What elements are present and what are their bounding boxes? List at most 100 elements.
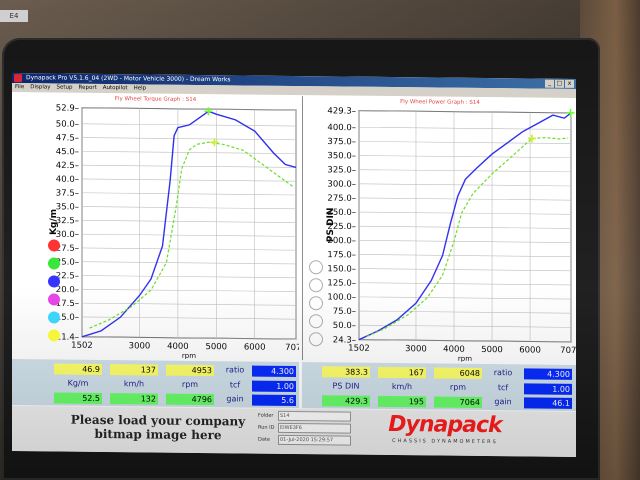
legend-yellow-dot[interactable] xyxy=(48,329,60,342)
power-graph-panel: Fly Wheel Power Graph : S14 429.3– 400.0–… xyxy=(302,96,576,363)
legend-empty-dot[interactable] xyxy=(309,278,323,293)
legend-empty-dot[interactable] xyxy=(309,296,323,311)
readout-ratio: 4.300 xyxy=(524,368,572,380)
label-tcf: tcf xyxy=(229,380,241,390)
x-tick-label: 3000 xyxy=(405,344,427,354)
y-tick-label: 45.0– xyxy=(56,147,79,157)
menu-autopilot[interactable]: Autopilot xyxy=(103,84,128,93)
label-kmh: km/h xyxy=(123,379,145,389)
report-footer: Please load your company bitmap image he… xyxy=(12,406,576,457)
readout-rpm-peak: 4796 xyxy=(166,393,214,406)
x-tick-label: 3000 xyxy=(129,341,151,351)
y-tick-label: 400.0– xyxy=(327,123,356,133)
x-tick-label: 7076 xyxy=(285,343,299,353)
close-button[interactable]: x xyxy=(565,79,574,88)
readout-torque-peak: 52.5 xyxy=(54,392,102,404)
readout-tcf: 1.00 xyxy=(252,380,296,393)
company-bitmap-placeholder[interactable]: Please load your company bitmap image he… xyxy=(48,412,268,443)
legend-empty-dot[interactable] xyxy=(309,260,323,275)
y-axis-title: Kg/m xyxy=(49,209,59,235)
x-tick-label: 6000 xyxy=(519,345,541,355)
legend-empty-dot[interactable] xyxy=(309,314,323,329)
y-tick-label: 30.0– xyxy=(56,230,79,240)
x-axis-title: rpm xyxy=(458,355,472,363)
power-readout-panel: 383.3 167 6048 PS DIN km/h rpm 429.3 195… xyxy=(302,362,576,411)
window-title: Dynapack Pro V5.1.6_04 (2WD - Motor Vehi… xyxy=(26,74,231,84)
maximize-button[interactable]: □ xyxy=(555,79,564,88)
y-tick-label: 100.0– xyxy=(327,293,356,303)
label-gain: gain xyxy=(494,397,512,407)
folder-value: S14 xyxy=(278,410,351,422)
y-tick-label: 429.3– xyxy=(327,106,356,116)
legend-green-dot[interactable] xyxy=(48,257,60,270)
run-id-value: EIWE3F6 xyxy=(278,422,351,434)
y-tick-label: 20.0– xyxy=(56,285,79,295)
x-tick-label: 1502 xyxy=(71,341,93,351)
x-tick-label: 5000 xyxy=(205,342,227,352)
bitmap-line-2: bitmap image here xyxy=(94,426,222,443)
x-tick-label: 1502 xyxy=(348,344,370,354)
menu-file[interactable]: File xyxy=(15,83,24,92)
y-tick-label: 32.5– xyxy=(56,216,79,226)
logo-subtitle: CHASSIS DYNAMOMETERS xyxy=(392,438,498,446)
label-kmh: km/h xyxy=(391,382,413,392)
legend-red-dot[interactable] xyxy=(48,239,60,252)
readout-speed-peak: 195 xyxy=(378,395,426,408)
y-tick-label: 52.9– xyxy=(56,104,79,114)
readout-rpm-cursor: 4953 xyxy=(166,364,214,377)
y-tick-label: 125.0– xyxy=(327,278,356,288)
logo-text: Dynapack xyxy=(388,411,502,439)
x-tick-label: 4000 xyxy=(167,342,189,352)
readout-gain: 5.6 xyxy=(252,394,296,407)
menu-help[interactable]: Help xyxy=(134,84,147,93)
readout-speed-peak: 132 xyxy=(110,393,158,405)
label-tcf: tcf xyxy=(497,383,509,393)
readout-speed-cursor: 137 xyxy=(110,364,158,376)
legend-magenta-dot[interactable] xyxy=(48,293,60,306)
power-chart: 429.3– 400.0– 375.0– 350.0– 325.0– 300.0– 275.… xyxy=(326,106,576,363)
label-kgm: Kg/m xyxy=(67,378,89,388)
dynapack-logo: Dynapack CHASSIS DYNAMOMETERS xyxy=(362,412,528,452)
y-tick-label: 50.0– xyxy=(56,120,79,130)
y-tick-label: 47.5– xyxy=(56,133,79,143)
legend-empty-dot[interactable] xyxy=(309,332,323,347)
window-controls: _ □ x xyxy=(545,79,574,88)
y-tick-label: 300.0– xyxy=(327,179,356,189)
x-tick-label: 7076 xyxy=(560,346,576,356)
y-tick-label: 150.0– xyxy=(327,264,356,274)
minimize-button[interactable]: _ xyxy=(545,79,554,88)
label-date: Date xyxy=(258,436,270,443)
label-ratio: ratio xyxy=(493,368,513,378)
y-tick-label: 175.0– xyxy=(327,250,356,260)
app-icon xyxy=(14,74,22,83)
menu-setup[interactable]: Setup xyxy=(57,84,73,93)
readout-power-cursor: 383.3 xyxy=(322,366,370,378)
legend-cyan-dot[interactable] xyxy=(48,311,60,324)
label-gain: gain xyxy=(226,394,244,404)
x-tick-label: 4000 xyxy=(443,345,465,355)
y-tick-label: 40.0– xyxy=(56,175,79,185)
y-tick-label: 275.0– xyxy=(327,194,356,204)
readout-rpm-cursor: 6048 xyxy=(434,367,482,379)
menu-display[interactable]: Display xyxy=(30,83,50,92)
label-rpm: rpm xyxy=(181,379,199,389)
x-tick-label: 5000 xyxy=(481,345,503,355)
menu-report[interactable]: Report xyxy=(79,84,97,93)
bitmap-line-1: Please load your company xyxy=(70,412,246,429)
label-rpm: rpm xyxy=(449,382,467,392)
y-tick-label: 350.0– xyxy=(327,151,356,161)
readout-gain: 46.1 xyxy=(524,397,572,409)
readout-speed-cursor: 167 xyxy=(378,366,426,379)
legend-blue-dot[interactable] xyxy=(48,275,60,288)
y-tick-label: 75.0– xyxy=(333,307,356,317)
label-ratio: ratio xyxy=(225,365,245,375)
monitor-screen: Dynapack Pro V5.1.6_04 (2WD - Motor Vehi… xyxy=(12,73,576,457)
readout-rpm-peak: 7064 xyxy=(434,396,482,408)
monitor-sticker: E4 xyxy=(0,10,28,22)
y-tick-label: 37.5– xyxy=(56,188,79,198)
label-ps-din: PS DIN xyxy=(332,381,360,391)
torque-graph-panel: Fly Wheel Torque Graph : S14 52.9– 50.0– 4… xyxy=(12,93,299,361)
y-tick-label: 325.0– xyxy=(327,165,356,175)
y-tick-label: 35.0– xyxy=(56,202,79,212)
y-tick-label: 375.0– xyxy=(327,137,356,147)
